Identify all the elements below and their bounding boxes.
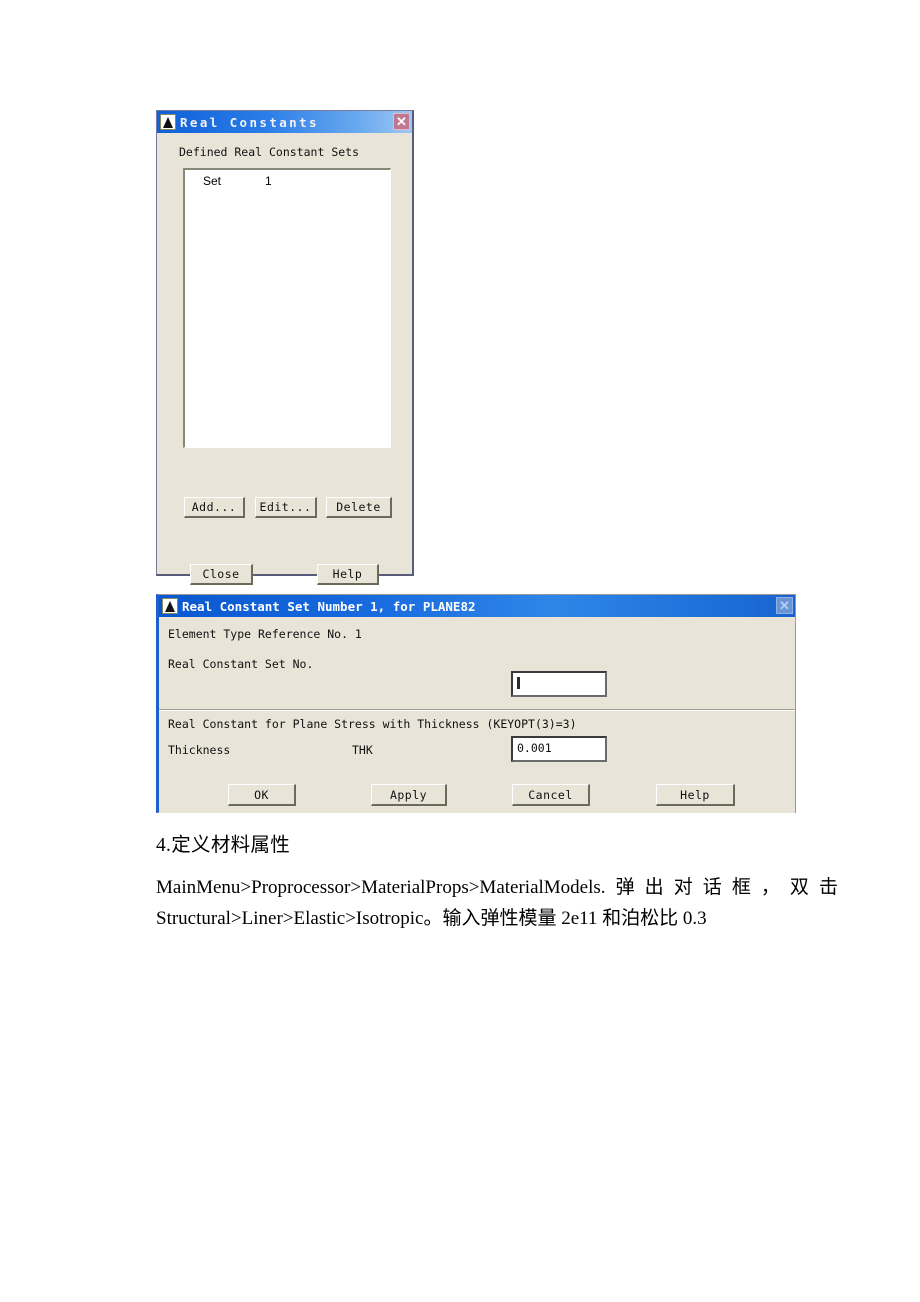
dialog-titlebar[interactable]: Real Constants ✕ xyxy=(157,111,412,133)
defined-sets-label: Defined Real Constant Sets xyxy=(179,145,360,159)
close-icon[interactable]: ✕ xyxy=(776,597,793,614)
list-item-key: Set xyxy=(203,174,222,188)
list-item[interactable]: Set 1 xyxy=(185,170,390,188)
defined-sets-listbox[interactable]: Set 1 xyxy=(183,168,391,448)
add-button[interactable]: Add... xyxy=(184,497,245,518)
delete-button[interactable]: Delete xyxy=(326,497,392,518)
dialog-title: Real Constant Set Number 1, for PLANE82 xyxy=(182,598,476,614)
dialog-body: Element Type Reference No. 1 Real Consta… xyxy=(159,617,795,813)
edit-button[interactable]: Edit... xyxy=(255,497,317,518)
help-button[interactable]: Help xyxy=(656,784,735,806)
ok-button[interactable]: OK xyxy=(228,784,296,806)
section-divider xyxy=(159,709,795,711)
thickness-key-label: THK xyxy=(352,743,373,757)
ansys-a-icon xyxy=(160,114,176,130)
close-icon[interactable]: ✕ xyxy=(393,113,410,130)
thickness-label: Thickness xyxy=(168,743,231,757)
dialog-titlebar[interactable]: Real Constant Set Number 1, for PLANE82 … xyxy=(159,595,795,617)
real-constant-set-no-input[interactable] xyxy=(511,671,607,697)
text-caret xyxy=(517,677,520,689)
ansys-a-icon xyxy=(162,598,178,614)
apply-button[interactable]: Apply xyxy=(371,784,447,806)
thickness-input[interactable]: 0.001 xyxy=(511,736,607,762)
section-heading: 4.定义材料属性 xyxy=(156,835,291,856)
real-constant-set-dialog: Real Constant Set Number 1, for PLANE82 … xyxy=(156,594,796,813)
list-item-value: 1 xyxy=(265,174,272,188)
section-paragraph: MainMenu>Proprocessor>MaterialProps>Mate… xyxy=(156,877,838,929)
real-constant-set-no-label: Real Constant Set No. xyxy=(168,657,314,671)
element-type-reference-label: Element Type Reference No. 1 xyxy=(168,627,362,641)
real-constants-dialog: Real Constants ✕ Defined Real Constant S… xyxy=(156,110,414,585)
cancel-button[interactable]: Cancel xyxy=(512,784,590,806)
close-button[interactable]: Close xyxy=(190,564,253,585)
help-button[interactable]: Help xyxy=(317,564,379,585)
dialog-title: Real Constants xyxy=(180,114,319,130)
plane-stress-section-header: Real Constant for Plane Stress with Thic… xyxy=(168,717,577,731)
dialog-body: Defined Real Constant Sets Set 1 Add... … xyxy=(157,133,412,585)
